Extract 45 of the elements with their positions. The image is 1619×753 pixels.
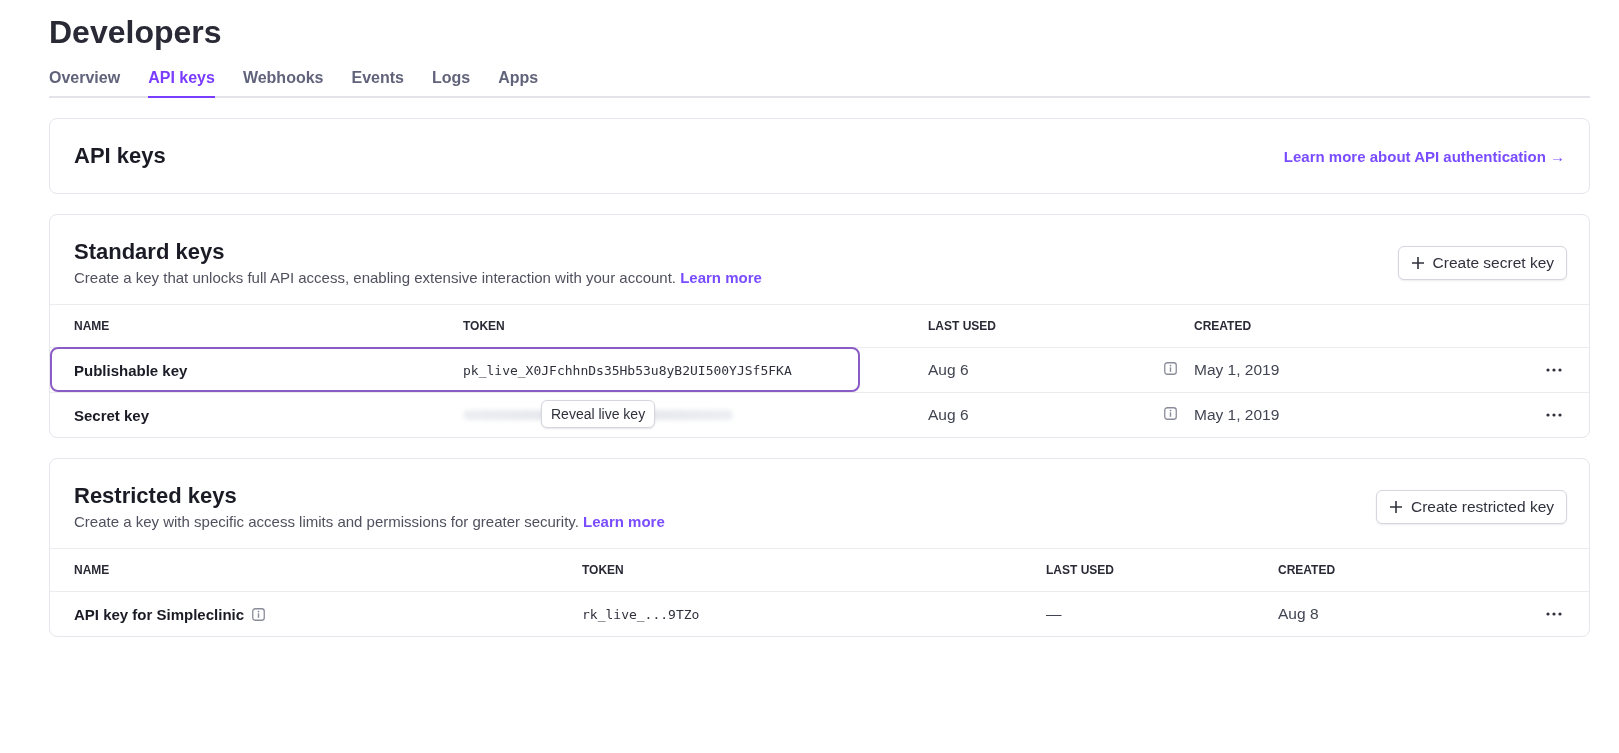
tab[interactable]: Apps xyxy=(498,65,539,98)
section-title: Standard keys xyxy=(74,239,225,265)
key-name: Publishable key xyxy=(74,361,188,379)
create-key-button[interactable]: Create restricted key xyxy=(1376,489,1567,524)
last-used-text: Aug 6 xyxy=(928,361,970,379)
page-title: Developers xyxy=(49,14,222,51)
key-name: API key for Simpleclinic xyxy=(74,605,245,623)
more-icon[interactable] xyxy=(1546,368,1562,372)
tab[interactable]: API keys xyxy=(148,65,215,98)
column-header: TOKEN xyxy=(463,319,506,333)
key-name: Secret key xyxy=(74,406,150,424)
column-header: LAST USED xyxy=(1046,563,1115,577)
created-date: Aug 8 xyxy=(1278,605,1320,623)
plus-icon xyxy=(1410,255,1425,270)
info-icon xyxy=(252,607,266,621)
tab[interactable]: Logs xyxy=(431,65,471,98)
learn-more-link[interactable]: Learn more xyxy=(583,513,665,530)
last-used-text: Aug 6 xyxy=(928,406,970,424)
created-date: May 1, 2019 xyxy=(1194,406,1281,424)
more-icon[interactable] xyxy=(1546,413,1562,417)
last-used-text: — xyxy=(1046,605,1063,623)
column-header: CREATED xyxy=(1194,319,1253,333)
tab[interactable]: Webhooks xyxy=(242,65,324,98)
more-icon[interactable] xyxy=(1546,612,1562,616)
tab[interactable]: Events xyxy=(351,65,404,98)
section-description: Create a key that unlocks full API access, enabling extensive interaction with your account. Learn more xyxy=(74,269,762,286)
column-header: NAME xyxy=(74,563,111,577)
column-header: NAME xyxy=(74,319,111,333)
learn-more-link[interactable]: Learn more about API authentication → xyxy=(1283,147,1565,165)
reveal-key-button[interactable]: Reveal live key xyxy=(541,400,656,428)
created-date: May 1, 2019 xyxy=(1194,361,1281,379)
plus-icon xyxy=(1389,499,1403,514)
info-icon xyxy=(1164,407,1177,420)
learn-more-link[interactable]: Learn more xyxy=(680,269,762,286)
column-header: LAST USED xyxy=(928,319,997,333)
info-icon xyxy=(1164,362,1177,375)
section-title: Restricted keys xyxy=(74,483,237,509)
token-text: rk_live_...9TZo xyxy=(582,607,700,622)
token-text: pk_live_X0JFchhnDs35Hb53u8yB2UI500YJSf5FKA xyxy=(463,363,792,378)
section-description: Create a key with specific access limits and permissions for greater security. Learn more xyxy=(74,513,665,530)
column-header: CREATED xyxy=(1278,563,1337,577)
create-key-button[interactable]: Create secret key xyxy=(1397,245,1567,280)
column-header: TOKEN xyxy=(582,563,625,577)
tab[interactable]: Overview xyxy=(49,65,121,98)
card-title: API keys xyxy=(74,143,166,169)
